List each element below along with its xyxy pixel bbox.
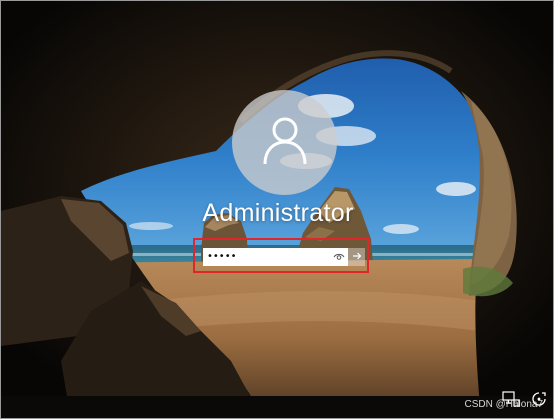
user-avatar — [232, 90, 337, 195]
eye-icon[interactable] — [330, 248, 348, 266]
password-value: ••••• — [207, 251, 237, 262]
watermark-text: CSDN @Halona7 — [464, 399, 543, 410]
submit-button[interactable] — [348, 248, 365, 266]
lock-screen: Administrator ••••• CSDN @Halona7 — [0, 0, 554, 419]
password-input[interactable]: ••••• — [203, 248, 348, 266]
arrow-right-icon — [352, 248, 362, 266]
username-label: Administrator — [202, 199, 354, 227]
user-avatar-icon — [257, 112, 313, 173]
